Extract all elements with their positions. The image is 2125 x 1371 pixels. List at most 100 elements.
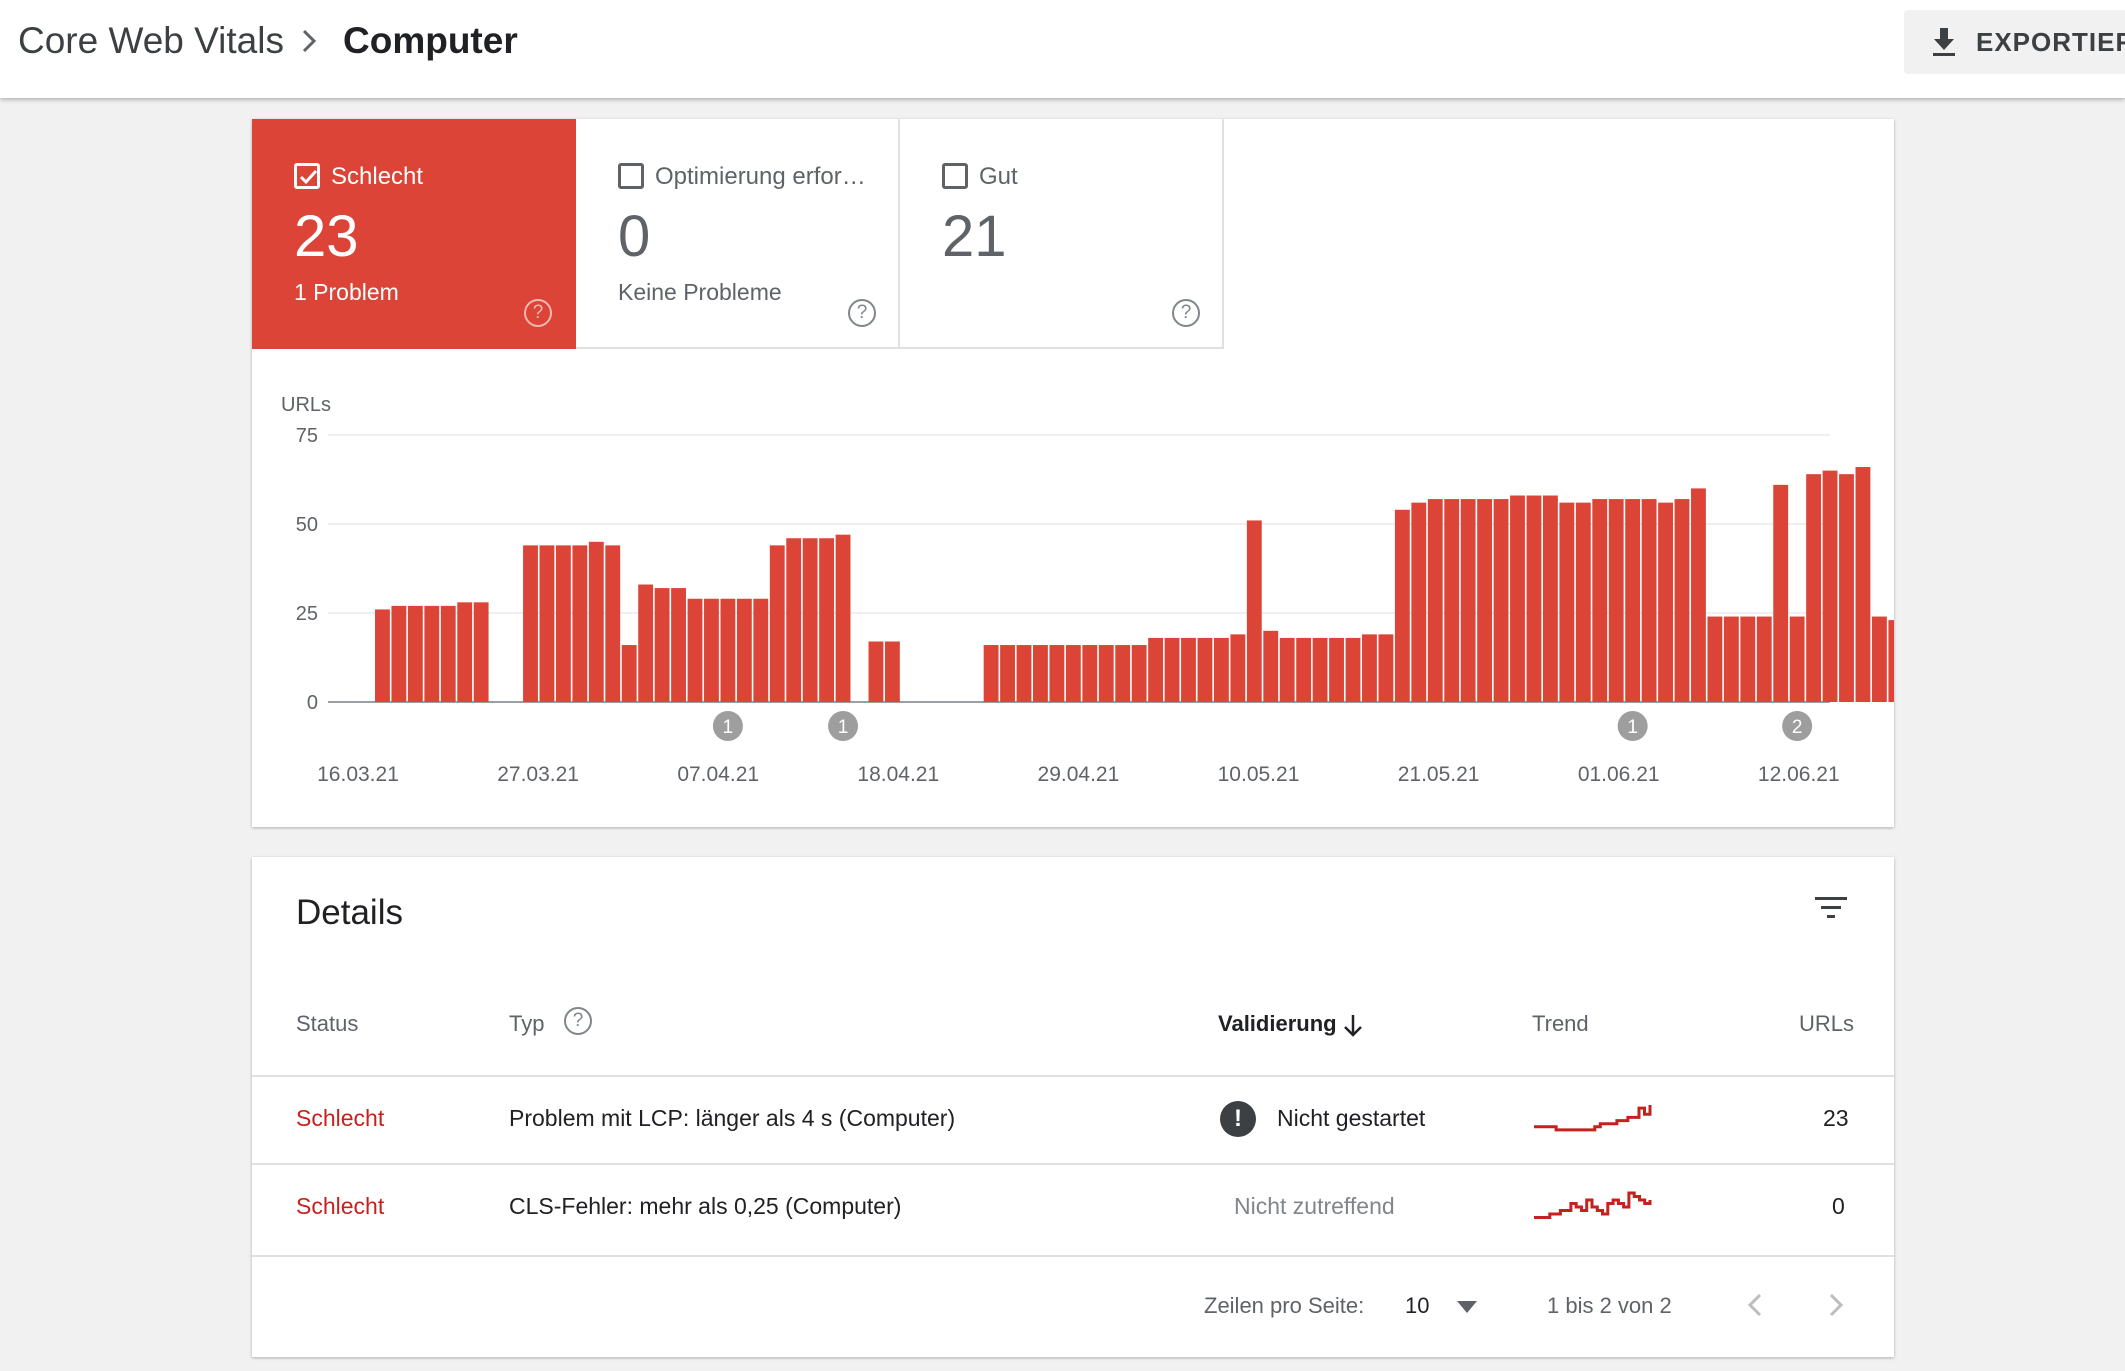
bar [1510, 495, 1525, 702]
y-tick-label: 75 [296, 425, 318, 447]
bar [1197, 637, 1213, 702]
bar [1345, 637, 1361, 702]
x-tick-label: 27.03.21 [497, 763, 579, 786]
bar [1526, 495, 1542, 702]
bar [1181, 637, 1196, 702]
tile-label: Optimierung erfor… [655, 163, 866, 190]
next-page-icon[interactable] [1821, 1291, 1849, 1319]
bar [1740, 616, 1756, 702]
bar [1822, 470, 1838, 702]
checkbox-unchecked[interactable] [618, 163, 644, 189]
table-row[interactable]: Schlecht Problem mit LCP: länger als 4 s… [252, 1075, 1894, 1163]
bar [588, 541, 604, 702]
bar [1411, 502, 1427, 702]
bar [1263, 630, 1279, 702]
bar [1839, 474, 1854, 702]
bar [704, 598, 719, 702]
annotation-label: 1 [1627, 717, 1638, 738]
bar [1016, 645, 1032, 702]
checkbox-unchecked[interactable] [942, 163, 968, 189]
bar [555, 545, 571, 702]
column-header-status[interactable]: Status [296, 1011, 358, 1037]
bar [1000, 645, 1015, 702]
column-header-type[interactable]: Typ [509, 1011, 544, 1037]
sparkline-path [1534, 1105, 1652, 1132]
bar [1493, 499, 1509, 702]
x-tick-label: 18.04.21 [857, 763, 939, 786]
bar [1033, 645, 1048, 702]
annotation-label: 1 [838, 717, 849, 738]
bar [407, 605, 423, 702]
help-icon[interactable]: ? [524, 299, 552, 327]
bar [1362, 634, 1377, 702]
bar [605, 545, 621, 702]
row-validation: Nicht zutreffend [1234, 1193, 1395, 1219]
rows-per-page-select[interactable]: 10 [1405, 1293, 1429, 1319]
bar [1213, 637, 1229, 702]
annotation-label: 2 [1792, 717, 1803, 738]
bar [1855, 467, 1871, 702]
bar [983, 645, 999, 702]
details-title: Details [296, 893, 403, 932]
tile-subtitle: 1 Problem [294, 279, 399, 305]
trend-sparkline [1534, 1191, 1652, 1219]
column-header-validation[interactable]: Validierung [1218, 1011, 1337, 1037]
previous-page-icon[interactable] [1742, 1291, 1770, 1319]
bar [1608, 499, 1624, 702]
bar [1049, 645, 1065, 702]
filter-tile-gut[interactable]: Gut 21 ? [900, 119, 1224, 349]
chevron-right-icon [302, 29, 317, 53]
bar [1065, 645, 1081, 702]
help-icon[interactable]: ? [564, 1007, 592, 1035]
bar [1658, 502, 1673, 702]
bar [1115, 645, 1131, 702]
bar [539, 545, 555, 702]
bar [440, 605, 456, 702]
bar [638, 584, 654, 702]
x-tick-label: 21.05.21 [1398, 763, 1480, 786]
x-tick-label: 10.05.21 [1218, 763, 1300, 786]
filter-tile-optimierung[interactable]: Optimierung erfor… 0 Keine Probleme ? [576, 119, 900, 349]
trend-sparkline [1534, 1105, 1652, 1132]
help-icon[interactable]: ? [848, 299, 876, 327]
dropdown-arrow-icon[interactable] [1457, 1301, 1477, 1313]
sparkline-path [1534, 1191, 1652, 1219]
bar [1773, 484, 1789, 702]
row-urls: 0 [1832, 1193, 1845, 1219]
export-button[interactable]: EXPORTIEREN [1904, 10, 2125, 74]
bar [1131, 645, 1147, 702]
help-icon[interactable]: ? [1172, 299, 1200, 327]
filter-icon[interactable] [1814, 893, 1848, 923]
bar [1460, 499, 1476, 702]
bar [572, 545, 588, 702]
bar [1296, 637, 1312, 702]
tile-count: 0 [618, 204, 651, 269]
bar [1230, 634, 1246, 702]
x-tick-label: 29.04.21 [1038, 763, 1120, 786]
bar [654, 588, 670, 702]
row-type: Problem mit LCP: länger als 4 s (Compute… [509, 1105, 956, 1131]
bar [720, 598, 736, 702]
pagination-bar: Zeilen pro Seite: 10 1 bis 2 von 2 [252, 1255, 1894, 1355]
bar [1789, 616, 1805, 702]
rows-per-page-label: Zeilen pro Seite: [1204, 1293, 1365, 1318]
bar [391, 605, 407, 702]
column-header-urls[interactable]: URLs [1799, 1011, 1854, 1037]
summary-chart-card: Schlecht 23 1 Problem ? Optimierung erfo… [252, 119, 1894, 827]
bar [868, 641, 884, 702]
bar [1098, 645, 1114, 702]
bar [1625, 499, 1641, 702]
table-row[interactable]: Schlecht CLS-Fehler: mehr als 0,25 (Comp… [252, 1163, 1894, 1251]
x-tick-label: 12.06.21 [1758, 763, 1840, 786]
row-urls: 23 [1823, 1105, 1849, 1131]
bar [1559, 502, 1575, 702]
y-axis-title: URLs [281, 394, 331, 416]
row-type: CLS-Fehler: mehr als 0,25 (Computer) [509, 1193, 902, 1219]
checkbox-checked[interactable] [294, 163, 320, 189]
arrow-down-icon[interactable] [1342, 1013, 1364, 1039]
tile-count: 21 [942, 204, 1007, 269]
y-tick-label: 0 [307, 692, 318, 714]
filter-tile-schlecht[interactable]: Schlecht 23 1 Problem ? [252, 119, 576, 349]
breadcrumb-core-web-vitals[interactable]: Core Web Vitals [18, 20, 284, 62]
bar [523, 545, 538, 702]
